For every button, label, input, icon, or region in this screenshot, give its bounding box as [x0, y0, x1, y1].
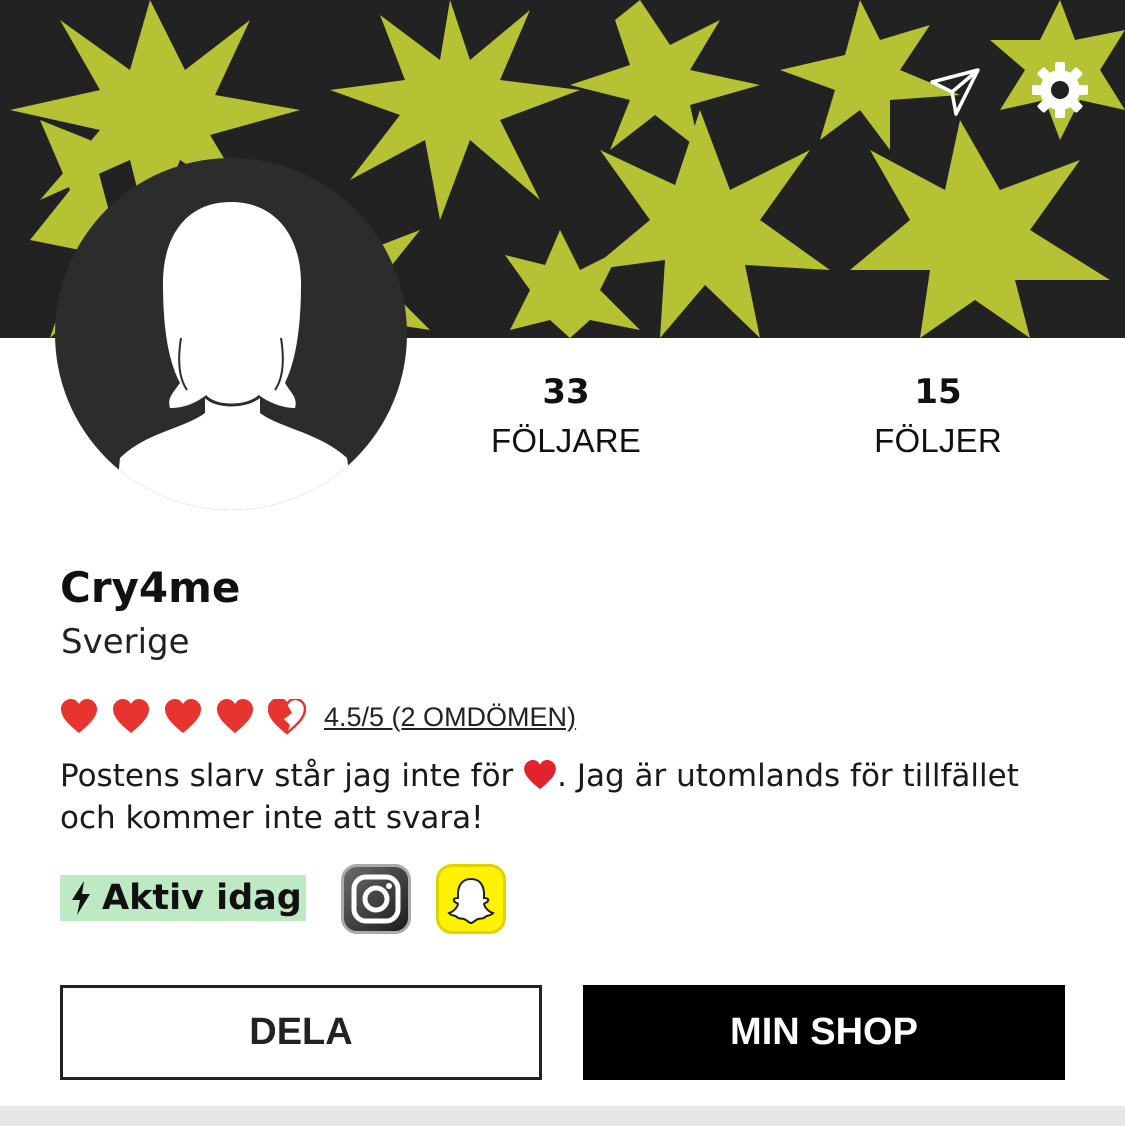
username: Cry4me	[60, 563, 241, 612]
following-count: 15	[914, 372, 962, 412]
red-heart-emoji-icon	[524, 760, 557, 790]
following-stat[interactable]: 15 FÖLJER	[828, 370, 1048, 460]
rating: 4.5/5 (2 OMDÖMEN)	[60, 696, 576, 738]
heart-full-icon	[165, 699, 201, 733]
activity-status-label: Aktiv idag	[102, 878, 302, 918]
reviews-link[interactable]: 4.5/5 (2 OMDÖMEN)	[324, 702, 576, 733]
snapchat-link[interactable]	[436, 864, 506, 934]
heart-half-icon	[268, 699, 306, 735]
followers-count: 33	[542, 372, 590, 412]
share-button[interactable]: DELA	[60, 985, 542, 1080]
settings-button[interactable]	[1028, 58, 1092, 122]
snapchat-icon	[447, 877, 495, 925]
instagram-icon	[351, 874, 401, 924]
avatar[interactable]	[55, 158, 407, 510]
country: Sverige	[61, 622, 190, 662]
gear-icon	[1032, 62, 1088, 118]
heart-full-icon	[217, 699, 253, 733]
lightning-bolt-icon	[72, 881, 90, 915]
section-divider	[0, 1106, 1125, 1126]
send-message-button[interactable]	[926, 62, 984, 120]
instagram-link[interactable]	[341, 864, 411, 934]
my-shop-button[interactable]: MIN SHOP	[583, 985, 1065, 1080]
followers-label: FÖLJARE	[491, 422, 641, 459]
bio-text-part1: Postens slarv står jag inte för	[60, 758, 524, 794]
following-label: FÖLJER	[874, 422, 1002, 459]
profile-bio: Postens slarv står jag inte för . Jag är…	[60, 755, 1070, 839]
person-silhouette-icon	[115, 202, 355, 510]
send-icon	[930, 68, 980, 116]
activity-status-badge: Aktiv idag	[60, 875, 306, 921]
heart-full-icon	[113, 699, 149, 733]
followers-stat[interactable]: 33 FÖLJARE	[456, 370, 676, 460]
heart-full-icon	[61, 699, 97, 733]
